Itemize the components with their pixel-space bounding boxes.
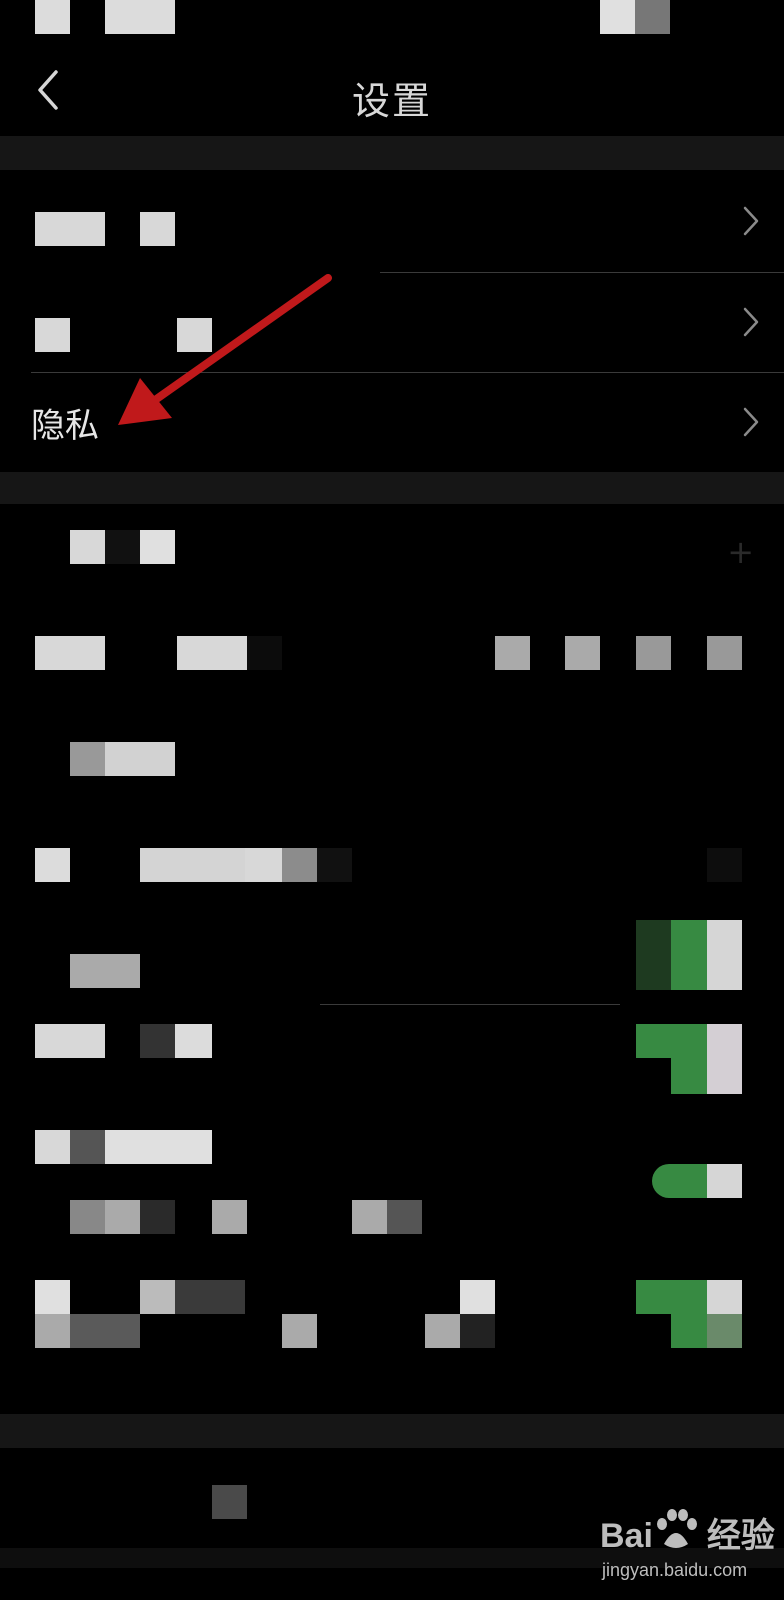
baidu-jingyan-watermark: Bai 经验 jingyan.baidu.com [600, 1508, 784, 1600]
chevron-right-icon [740, 305, 762, 339]
paw-icon [657, 1509, 697, 1548]
add-icon[interactable]: + [727, 533, 754, 571]
section-gap [0, 136, 784, 170]
status-bar [0, 0, 784, 44]
obscured-item [212, 1485, 247, 1519]
section-gap [0, 1414, 784, 1448]
page-title: 设置 [351, 79, 432, 123]
settings-row-1[interactable] [0, 170, 784, 268]
watermark-url: jingyan.baidu.com [602, 1560, 748, 1580]
section-gap [0, 472, 784, 504]
chevron-right-icon [740, 405, 762, 439]
settings-row-privacy[interactable] [0, 373, 784, 471]
obscured-settings-group [0, 504, 784, 1414]
chevron-right-icon [740, 204, 762, 238]
settings-row-2[interactable] [0, 273, 784, 371]
privacy-label: 隐私 [31, 406, 99, 446]
